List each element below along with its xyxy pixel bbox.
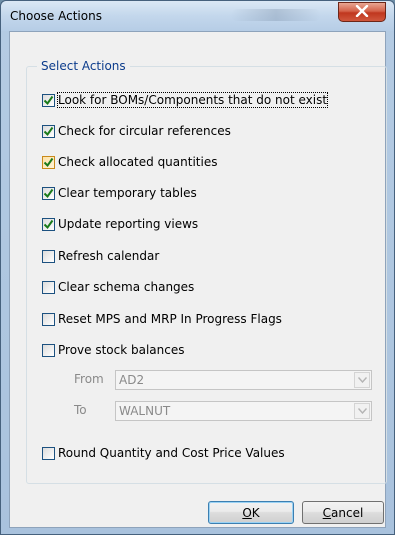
checkbox-box[interactable] xyxy=(42,312,55,326)
title-bar[interactable]: Choose Actions xyxy=(1,1,394,31)
ok-button[interactable]: OK xyxy=(208,501,294,524)
checkbox-look-for-boms[interactable]: Look for BOMs/Components that do not exi… xyxy=(42,92,329,108)
chevron-down-icon xyxy=(357,377,367,383)
checkbox-box[interactable] xyxy=(42,186,55,200)
checkbox-clear-schema-changes[interactable]: Clear schema changes xyxy=(42,279,194,295)
to-dropdown-button[interactable] xyxy=(354,403,370,419)
checkbox-circular-references[interactable]: Check for circular references xyxy=(42,123,231,139)
checkbox-label: Reset MPS and MRP In Progress Flags xyxy=(58,312,282,326)
checkbox-update-reporting-views[interactable]: Update reporting views xyxy=(42,216,198,232)
ok-label-rest: K xyxy=(251,505,260,520)
from-label: From xyxy=(74,372,104,386)
checkbox-box[interactable] xyxy=(42,280,55,294)
checkbox-box[interactable] xyxy=(42,124,55,138)
checkbox-clear-temporary-tables[interactable]: Clear temporary tables xyxy=(42,185,197,201)
checkbox-round-quantity-cost[interactable]: Round Quantity and Cost Price Values xyxy=(42,445,285,461)
checkbox-box[interactable] xyxy=(42,249,55,263)
checkbox-label: Clear temporary tables xyxy=(58,186,197,200)
window-title: Choose Actions xyxy=(10,9,102,23)
cancel-label-rest: ancel xyxy=(331,505,364,520)
checkbox-box[interactable] xyxy=(42,343,55,357)
checkbox-label: Check allocated quantities xyxy=(58,155,218,169)
checkbox-box[interactable] xyxy=(42,93,55,107)
checkmark-icon xyxy=(43,157,54,167)
close-button[interactable] xyxy=(338,2,386,22)
close-icon xyxy=(355,4,369,20)
checkbox-box[interactable] xyxy=(42,155,55,169)
from-value: AD2 xyxy=(119,373,145,387)
checkbox-reset-mps-mrp[interactable]: Reset MPS and MRP In Progress Flags xyxy=(42,311,282,327)
checkbox-box[interactable] xyxy=(42,446,55,460)
group-legend: Select Actions xyxy=(37,59,130,73)
checkbox-label: Check for circular references xyxy=(58,124,231,138)
to-label: To xyxy=(74,403,87,417)
from-combobox[interactable]: AD2 xyxy=(115,370,372,390)
title-bar-glass xyxy=(231,9,321,21)
to-combobox[interactable]: WALNUT xyxy=(115,401,372,421)
checkmark-icon xyxy=(43,219,54,229)
checkbox-label: Prove stock balances xyxy=(58,343,185,357)
checkbox-label: Update reporting views xyxy=(58,217,199,231)
checkbox-refresh-calendar[interactable]: Refresh calendar xyxy=(42,248,159,264)
checkmark-icon xyxy=(43,188,54,198)
checkbox-label: Refresh calendar xyxy=(58,249,160,263)
chevron-down-icon xyxy=(357,408,367,414)
checkbox-label: Look for BOMs/Components that do not exi… xyxy=(56,92,329,108)
cancel-button[interactable]: Cancel xyxy=(302,501,384,524)
checkbox-prove-stock-balances[interactable]: Prove stock balances xyxy=(42,342,185,358)
checkmark-icon xyxy=(43,95,54,105)
checkbox-box[interactable] xyxy=(42,217,55,231)
checkbox-label: Round Quantity and Cost Price Values xyxy=(58,446,285,460)
checkbox-label: Clear schema changes xyxy=(58,280,195,294)
ok-accelerator: O xyxy=(242,505,252,520)
cancel-accelerator: C xyxy=(322,505,332,520)
checkbox-allocated-quantities[interactable]: Check allocated quantities xyxy=(42,154,217,170)
checkmark-icon xyxy=(43,126,54,136)
from-dropdown-button[interactable] xyxy=(354,372,370,388)
to-value: WALNUT xyxy=(119,404,171,418)
